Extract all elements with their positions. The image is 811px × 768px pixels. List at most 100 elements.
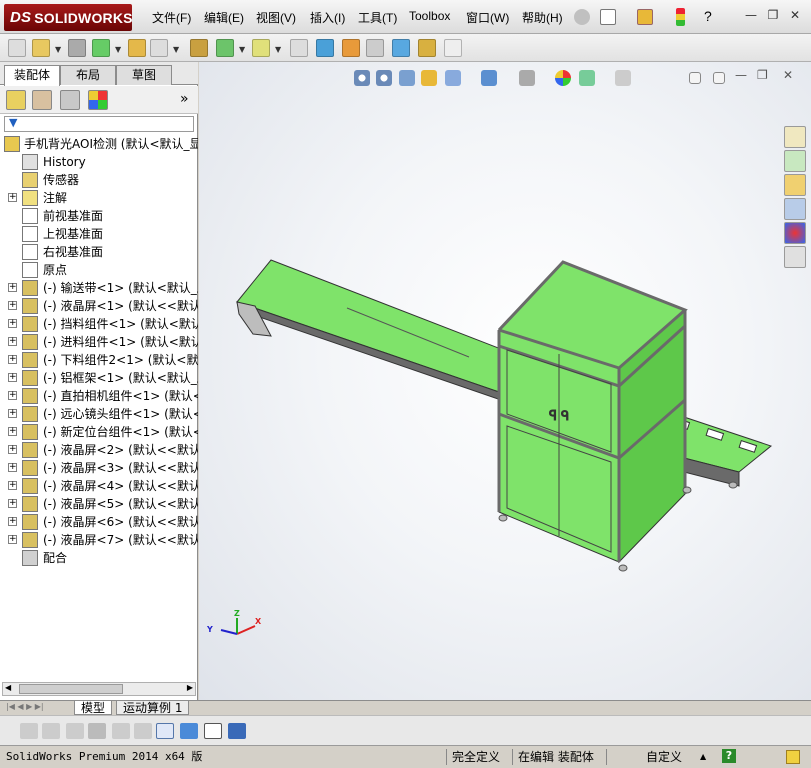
chevron-down-icon[interactable]: ▼ xyxy=(275,45,281,54)
chevron-down-icon[interactable]: ▼ xyxy=(239,45,245,54)
show-hidden-icon[interactable] xyxy=(190,39,208,57)
new-document-icon[interactable] xyxy=(600,9,616,25)
move-component-icon[interactable] xyxy=(150,39,168,57)
units-selector[interactable]: 自定义 xyxy=(646,746,682,768)
expand-toggle-icon[interactable]: + xyxy=(8,535,17,544)
close-button[interactable]: ✕ xyxy=(788,8,802,22)
tree-item[interactable]: History xyxy=(0,153,198,171)
tree-item[interactable]: 右视基准面 xyxy=(0,243,198,261)
smart-fasteners-icon[interactable] xyxy=(128,39,146,57)
units-up-icon[interactable]: ▲ xyxy=(700,746,706,768)
filter-icon[interactable]: ▼ xyxy=(9,116,17,129)
chevron-down-icon[interactable]: ▼ xyxy=(173,45,179,54)
scroll-left-icon[interactable]: ◀ xyxy=(5,683,11,692)
tree-filter[interactable]: ▼ xyxy=(4,116,194,132)
tree-item[interactable]: 手机背光AOI检测 (默认<默认_显 xyxy=(0,135,198,153)
expand-toggle-icon[interactable]: + xyxy=(8,193,17,202)
menu-view[interactable]: 视图(V) xyxy=(256,9,296,26)
menu-help[interactable]: 帮助(H) xyxy=(522,9,563,26)
expand-toggle-icon[interactable]: + xyxy=(8,499,17,508)
tree-item[interactable]: + 注解 xyxy=(0,189,198,207)
expand-toggle-icon[interactable]: + xyxy=(8,355,17,364)
relations-icon[interactable] xyxy=(134,723,152,739)
tab-scroll-icons[interactable]: |◀ ◀ ▶ ▶| xyxy=(6,702,44,711)
tab-model[interactable]: 模型 xyxy=(74,701,113,715)
expand-panel-icon[interactable]: » xyxy=(180,91,189,107)
chevron-down-icon[interactable]: ▼ xyxy=(55,45,61,54)
scroll-right-icon[interactable]: ▶ xyxy=(187,683,193,692)
tab-layout[interactable]: 布局 xyxy=(60,65,116,85)
graphics-area[interactable]: — ❐ ✕ ꟼ ᑫ X Z Y xyxy=(199,62,811,700)
model-3d-view[interactable]: ꟼ ᑫ xyxy=(199,62,811,700)
tree-item[interactable]: 配合 xyxy=(0,549,198,567)
exploded-view-icon[interactable] xyxy=(342,39,360,57)
tree-item[interactable]: + (-) 输送带<1> (默认<默认_显 xyxy=(0,279,198,297)
menu-toolbox[interactable]: Toolbox xyxy=(409,9,450,23)
menu-insert[interactable]: 插入(I) xyxy=(310,9,345,26)
feature-manager-icon[interactable] xyxy=(6,90,26,110)
configuration-manager-icon[interactable] xyxy=(60,90,80,110)
expand-toggle-icon[interactable]: + xyxy=(8,337,17,346)
menu-window[interactable]: 窗口(W) xyxy=(466,9,509,26)
expand-toggle-icon[interactable]: + xyxy=(8,427,17,436)
tree-item[interactable]: + (-) 液晶屏<7> (默认<<默认> xyxy=(0,531,198,549)
explode-line-sketch-icon[interactable] xyxy=(366,39,384,57)
save-icon[interactable] xyxy=(228,723,246,739)
expand-toggle-icon[interactable]: + xyxy=(8,319,17,328)
sketch-icon[interactable] xyxy=(20,723,38,739)
restore-button[interactable]: ❐ xyxy=(766,8,780,22)
tree-item[interactable]: + (-) 挡料组件<1> (默认<默认 xyxy=(0,315,198,333)
tab-motion-study[interactable]: 运动算例 1 xyxy=(116,701,190,715)
tree-item[interactable]: + (-) 直拍相机组件<1> (默认< xyxy=(0,387,198,405)
quick-tips-icon[interactable]: ? xyxy=(722,749,736,763)
interference-detection-icon[interactable] xyxy=(392,39,410,57)
tab-sketch[interactable]: 草图 xyxy=(116,65,172,85)
expand-toggle-icon[interactable]: + xyxy=(8,445,17,454)
rebuild-traffic-light-icon[interactable] xyxy=(676,8,685,26)
grid-icon[interactable] xyxy=(112,723,130,739)
tree-item[interactable]: 传感器 xyxy=(0,171,198,189)
menu-file[interactable]: 文件(F) xyxy=(152,9,191,26)
tree-item[interactable]: 前视基准面 xyxy=(0,207,198,225)
tree-item[interactable]: + (-) 下料组件2<1> (默认<默认 xyxy=(0,351,198,369)
property-manager-icon[interactable] xyxy=(32,90,52,110)
tree-horizontal-scrollbar[interactable]: ◀ ▶ xyxy=(2,682,196,696)
assembly-features-icon[interactable] xyxy=(216,39,234,57)
help-question-icon[interactable]: ? xyxy=(704,8,712,24)
tree-item[interactable]: + (-) 液晶屏<3> (默认<<默认> xyxy=(0,459,198,477)
component-icon[interactable] xyxy=(8,39,26,57)
tree-item[interactable]: + (-) 液晶屏<1> (默认<<默认> xyxy=(0,297,198,315)
expand-toggle-icon[interactable]: + xyxy=(8,283,17,292)
mate-icon[interactable] xyxy=(68,39,86,57)
expand-toggle-icon[interactable]: + xyxy=(8,391,17,400)
expand-toggle-icon[interactable]: + xyxy=(8,517,17,526)
table-icon[interactable] xyxy=(204,723,222,739)
pin-icon[interactable] xyxy=(574,9,590,25)
reference-geometry-icon[interactable] xyxy=(252,39,270,57)
new-motion-study-icon[interactable] xyxy=(290,39,308,57)
chevron-down-icon[interactable]: ▼ xyxy=(115,45,121,54)
instant3d-icon[interactable] xyxy=(444,39,462,57)
notes-icon[interactable] xyxy=(786,750,800,764)
expand-toggle-icon[interactable]: + xyxy=(8,373,17,382)
shaded-icon[interactable] xyxy=(180,723,198,739)
measure-icon[interactable] xyxy=(66,723,84,739)
expand-toggle-icon[interactable]: + xyxy=(8,463,17,472)
list-icon[interactable] xyxy=(88,723,106,739)
tree-item[interactable]: + (-) 新定位台组件<1> (默认< xyxy=(0,423,198,441)
hidden-lines-icon[interactable] xyxy=(156,723,174,739)
scroll-thumb[interactable] xyxy=(19,684,123,694)
minimize-button[interactable]: — xyxy=(744,8,758,22)
tree-item[interactable]: + (-) 液晶屏<6> (默认<<默认> xyxy=(0,513,198,531)
display-manager-icon[interactable] xyxy=(88,90,108,110)
bill-of-materials-icon[interactable] xyxy=(316,39,334,57)
tab-assembly[interactable]: 装配体 xyxy=(4,65,60,86)
linear-pattern-icon[interactable] xyxy=(92,39,110,57)
tree-item[interactable]: 原点 xyxy=(0,261,198,279)
tree-item[interactable]: + (-) 液晶屏<5> (默认<<默认> xyxy=(0,495,198,513)
3d-sketch-icon[interactable] xyxy=(42,723,60,739)
menu-edit[interactable]: 编辑(E) xyxy=(204,9,244,26)
tree-item[interactable]: + (-) 液晶屏<2> (默认<<默认> xyxy=(0,441,198,459)
expand-toggle-icon[interactable]: + xyxy=(8,301,17,310)
expand-toggle-icon[interactable]: + xyxy=(8,481,17,490)
